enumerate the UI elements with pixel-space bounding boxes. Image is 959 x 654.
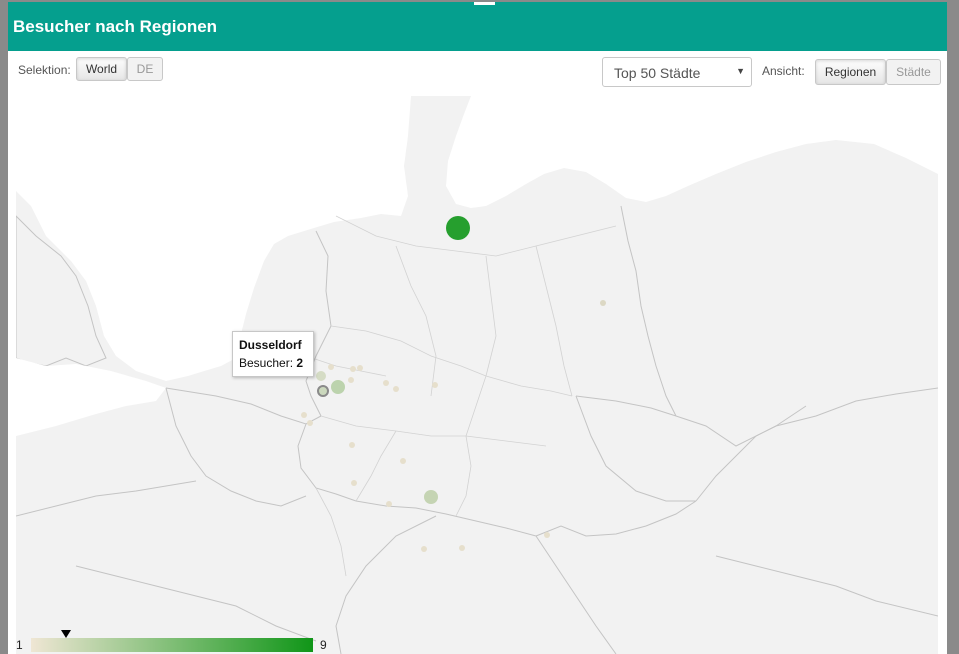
chevron-down-icon: ▼ [736, 66, 745, 76]
visitors-panel: Besucher nach Regionen Selektion: World … [8, 2, 947, 654]
geo-map[interactable]: Dusseldorf Besucher: 2 [16, 96, 938, 654]
city-markers [301, 216, 606, 552]
legend-max: 9 [320, 638, 327, 652]
cities-button[interactable]: Städte [886, 59, 941, 85]
marker-essen [316, 371, 326, 381]
view-label: Ansicht: [762, 64, 805, 78]
world-button[interactable]: World [76, 57, 127, 81]
legend-marker-icon [61, 630, 71, 638]
map-tooltip: Dusseldorf Besucher: 2 [232, 331, 314, 377]
tooltip-city: Dusseldorf [239, 338, 302, 352]
marker-berlin [600, 300, 606, 306]
resize-handle[interactable] [474, 2, 495, 5]
color-legend-bar [31, 638, 313, 652]
tooltip-value: 2 [296, 356, 304, 370]
map-svg [16, 96, 938, 654]
legend-min: 1 [16, 638, 23, 652]
marker-stuttgart [424, 490, 438, 504]
marker-cologne [331, 380, 345, 394]
regions-button[interactable]: Regionen [815, 59, 886, 85]
city-filter-select[interactable]: Top 50 Städte ▼ [602, 57, 752, 87]
de-button[interactable]: DE [127, 57, 163, 81]
toolbar: Selektion: World DE Top 50 Städte ▼ Ansi… [8, 51, 947, 95]
tooltip-row: Besucher: 2 [239, 356, 303, 370]
selection-label: Selektion: [18, 63, 71, 77]
panel-title: Besucher nach Regionen [13, 17, 218, 36]
tooltip-metric-label: Besucher: [239, 356, 294, 370]
marker-hamburg [446, 216, 470, 240]
state-borders [305, 215, 617, 577]
panel-header: Besucher nach Regionen [8, 2, 947, 51]
city-filter-value: Top 50 Städte [614, 65, 701, 81]
marker-dusseldorf [317, 385, 329, 397]
